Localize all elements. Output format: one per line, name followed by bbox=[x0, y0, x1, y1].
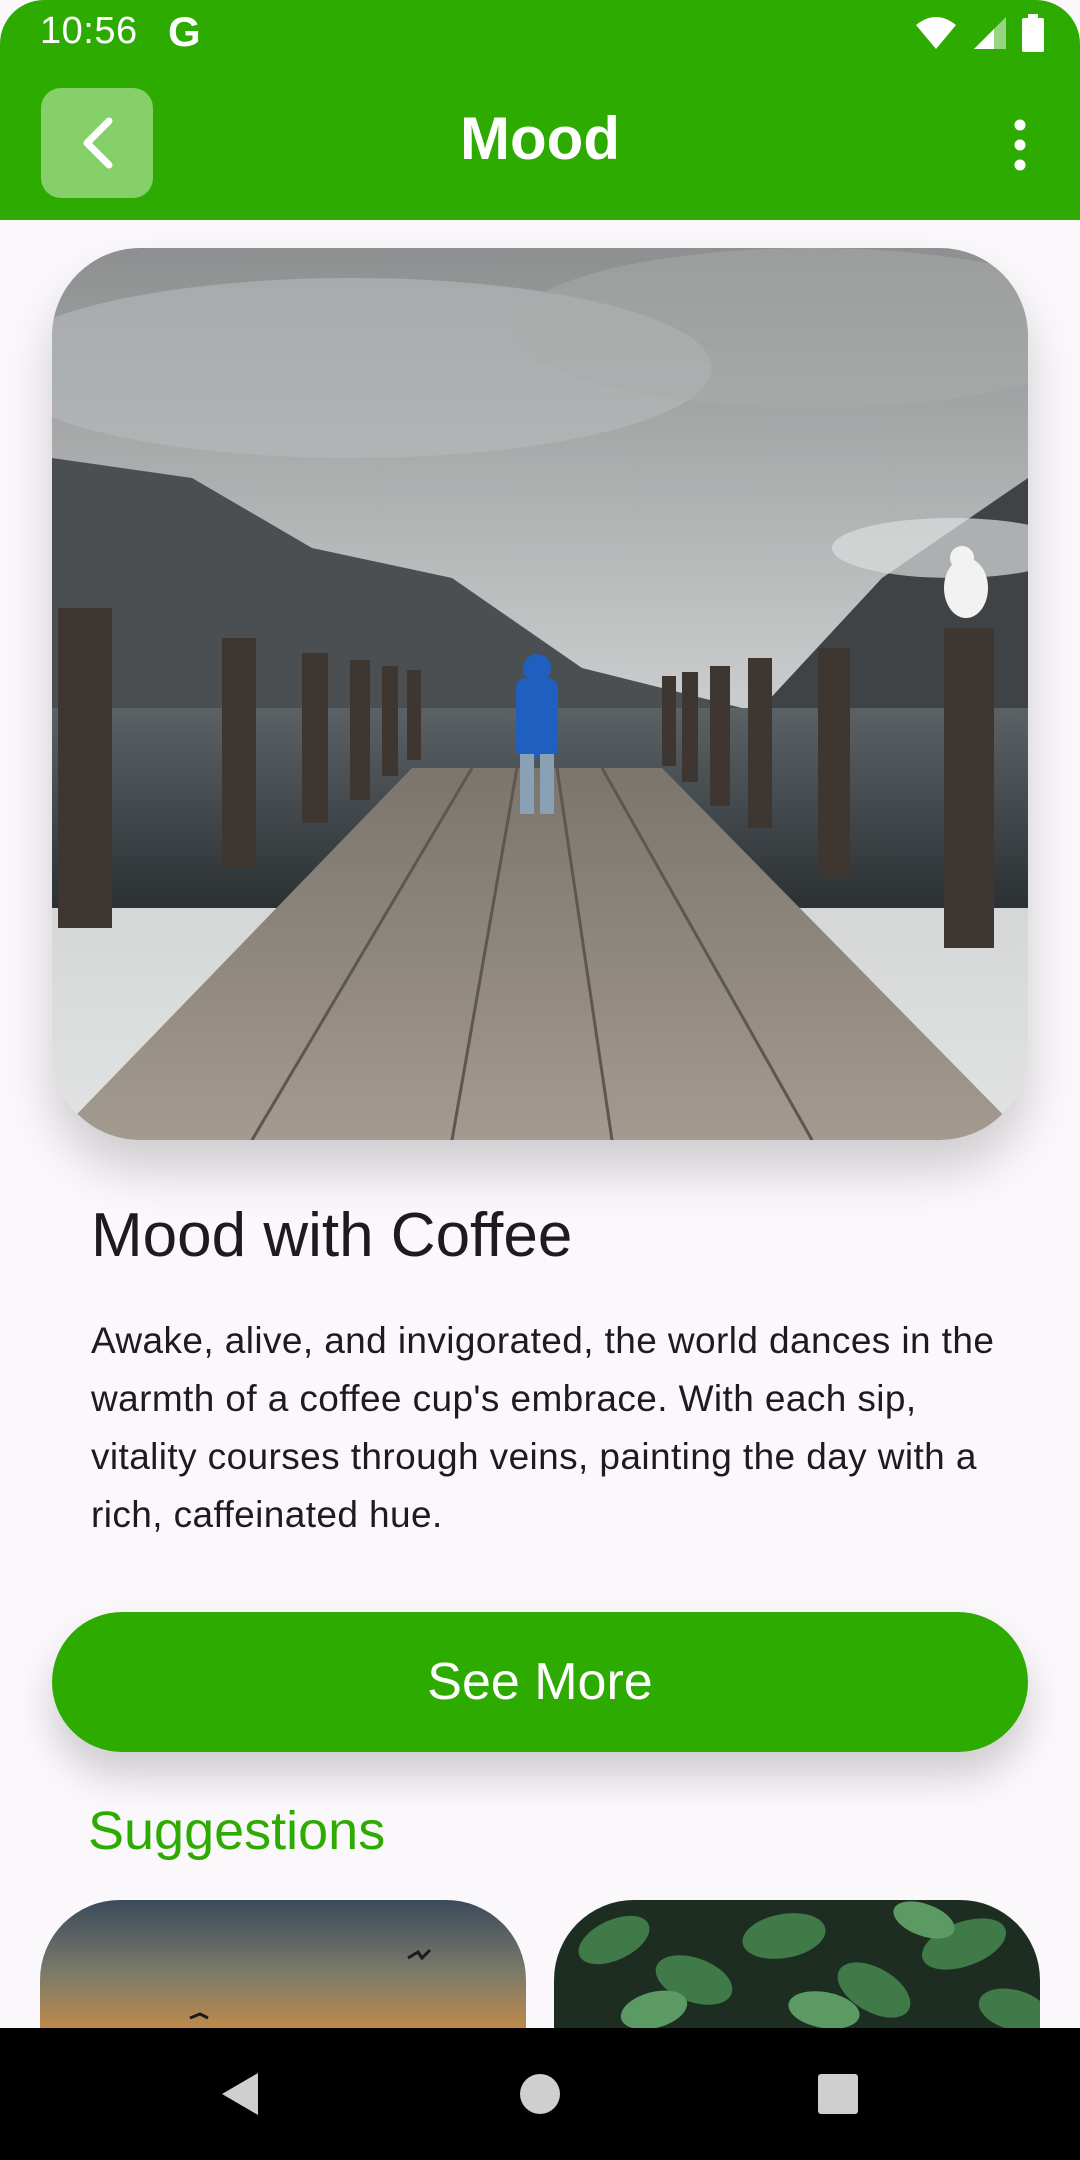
status-bar: 10:56 G bbox=[0, 0, 1080, 66]
signal-icon bbox=[974, 17, 1006, 49]
system-nav-bar bbox=[0, 2028, 1080, 2160]
card-title: Mood with Coffee bbox=[91, 1201, 573, 1270]
nav-back-button[interactable] bbox=[210, 2064, 270, 2124]
triangle-back-icon bbox=[222, 2073, 258, 2115]
battery-icon bbox=[1022, 14, 1044, 52]
square-recents-icon bbox=[818, 2074, 858, 2114]
suggestion-card-leaves[interactable] bbox=[554, 1900, 1040, 2030]
suggestion-card-sunset[interactable] bbox=[40, 1900, 526, 2030]
nav-recents-button[interactable] bbox=[808, 2064, 868, 2124]
nav-home-button[interactable] bbox=[510, 2064, 570, 2124]
see-more-button[interactable]: See More bbox=[52, 1612, 1028, 1752]
suggestions-heading: Suggestions bbox=[88, 1801, 386, 1861]
circle-home-icon bbox=[520, 2074, 560, 2114]
app-bar: Mood bbox=[0, 66, 1080, 220]
status-icons bbox=[914, 14, 1044, 52]
more-options-button[interactable] bbox=[1000, 110, 1040, 180]
status-time: 10:56 bbox=[40, 10, 138, 52]
top-bar: 10:56 G Mood bbox=[0, 0, 1080, 220]
google-logo-icon: G bbox=[168, 8, 201, 55]
page-title: Mood bbox=[460, 105, 620, 172]
card-description: Awake, alive, and invigorated, the world… bbox=[91, 1320, 995, 1535]
wifi-icon bbox=[916, 17, 956, 49]
more-vert-icon bbox=[1014, 119, 1026, 171]
hero-image bbox=[52, 248, 1028, 1140]
